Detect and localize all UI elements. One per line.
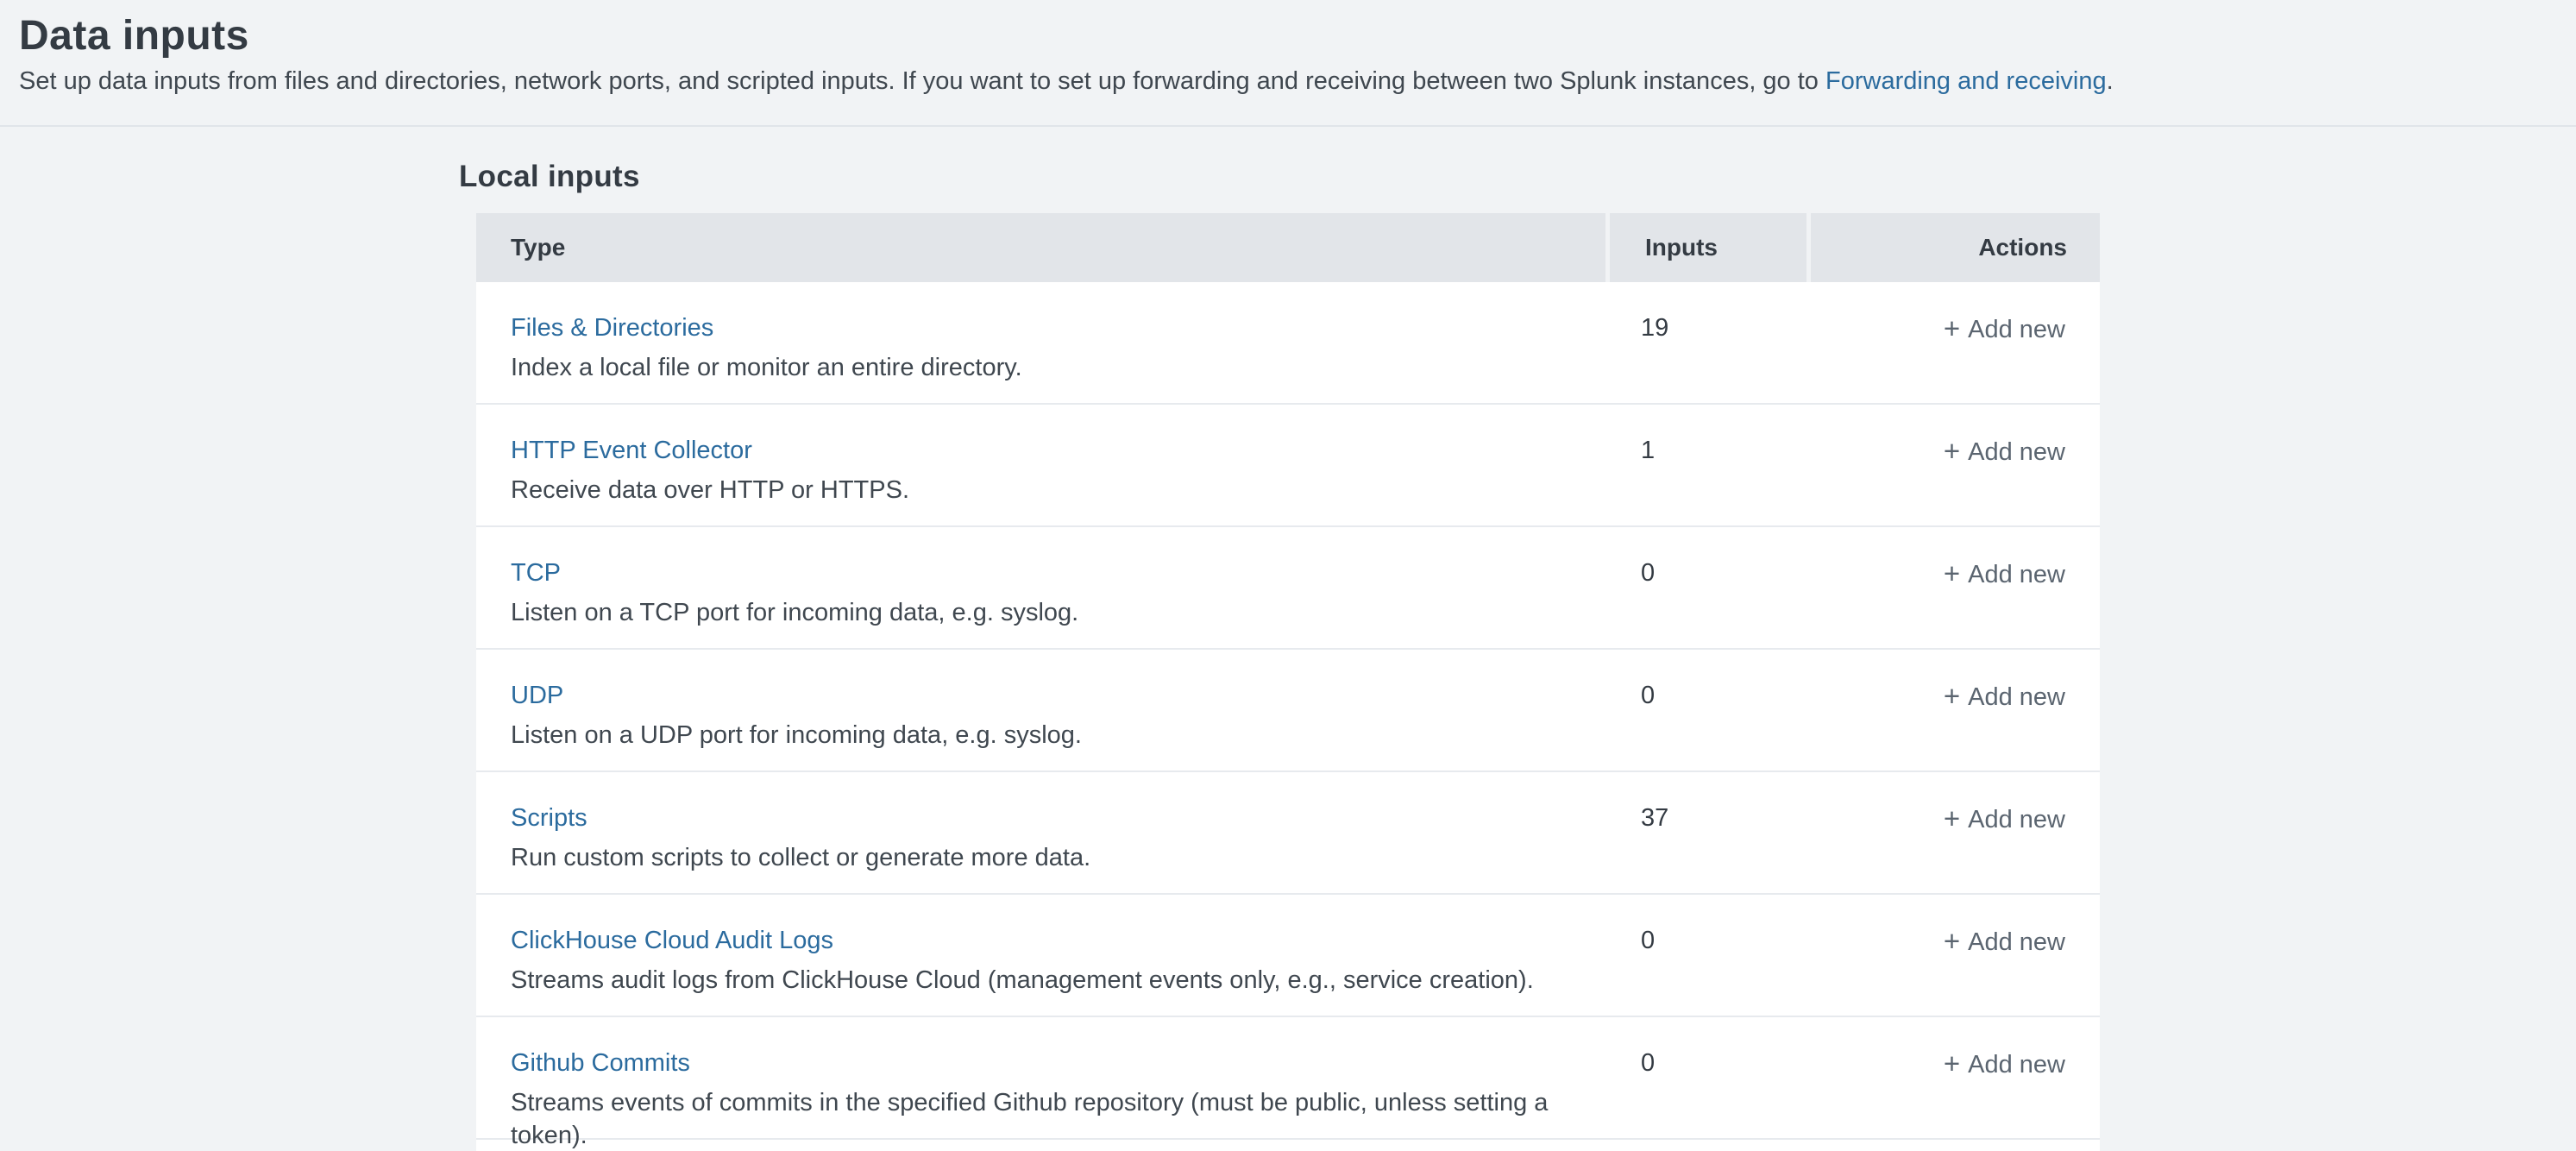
actions-cell: + Add new — [1806, 1017, 2100, 1138]
input-type-description: Streams audit logs from ClickHouse Cloud… — [511, 964, 1605, 997]
page-subtitle-period: . — [2107, 67, 2114, 95]
plus-icon: + — [1944, 925, 1960, 957]
page-subtitle: Set up data inputs from files and direct… — [19, 66, 2576, 97]
section-heading: Local inputs — [459, 160, 2576, 194]
input-type-description: Index a local file or monitor an entire … — [511, 351, 1605, 384]
add-new-link[interactable]: + Add new — [1944, 924, 2065, 959]
table-row: HTTP Event Collector Receive data over H… — [476, 405, 2100, 527]
page-subtitle-text: Set up data inputs from files and direct… — [19, 67, 1825, 95]
input-type-link[interactable]: Scripts — [511, 802, 587, 834]
forwarding-and-receiving-link[interactable]: Forwarding and receiving — [1825, 67, 2107, 95]
inputs-count: 0 — [1641, 927, 1655, 954]
actions-cell: + Add new — [1806, 405, 2100, 525]
page-title: Data inputs — [19, 12, 2576, 60]
input-type-description: Listen on a TCP port for incoming data, … — [511, 596, 1605, 629]
add-new-link[interactable]: + Add new — [1944, 434, 2065, 469]
column-header-actions: Actions — [1811, 213, 2100, 282]
table-header-row: Type Inputs Actions — [476, 213, 2100, 282]
inputs-cell: 0 — [1605, 650, 1806, 770]
plus-icon: + — [1944, 680, 1960, 712]
add-new-label: Add new — [1968, 806, 2065, 833]
add-new-label: Add new — [1968, 928, 2065, 956]
inputs-cell: 0 — [1605, 895, 1806, 1016]
content-area: Local inputs Type Inputs Actions Files &… — [459, 127, 2576, 1151]
input-type-description: Streams events of commits in the specifi… — [511, 1086, 1605, 1151]
local-inputs-table: Type Inputs Actions Files & Directories … — [476, 213, 2100, 1151]
actions-cell: + Add new — [1806, 895, 2100, 1016]
plus-icon: + — [1944, 435, 1960, 467]
actions-cell: + Add new — [1806, 282, 2100, 403]
inputs-count: 1 — [1641, 437, 1655, 464]
plus-icon: + — [1944, 312, 1960, 344]
table-body: Files & Directories Index a local file o… — [476, 282, 2100, 1140]
table-row: TCP Listen on a TCP port for incoming da… — [476, 527, 2100, 650]
input-type-link[interactable]: UDP — [511, 679, 563, 712]
column-header-inputs: Inputs — [1610, 213, 1806, 282]
inputs-cell: 0 — [1605, 1017, 1806, 1138]
inputs-count: 37 — [1641, 804, 1668, 832]
inputs-count: 0 — [1641, 559, 1655, 587]
plus-icon: + — [1944, 557, 1960, 589]
type-cell: UDP Listen on a UDP port for incoming da… — [476, 650, 1605, 770]
input-type-link[interactable]: ClickHouse Cloud Audit Logs — [511, 924, 833, 957]
inputs-count: 19 — [1641, 314, 1668, 342]
type-cell: Scripts Run custom scripts to collect or… — [476, 772, 1605, 893]
type-cell: ClickHouse Cloud Audit Logs Streams audi… — [476, 895, 1605, 1016]
add-new-label: Add new — [1968, 438, 2065, 466]
input-type-description: Run custom scripts to collect or generat… — [511, 841, 1605, 874]
add-new-label: Add new — [1968, 561, 2065, 588]
actions-cell: + Add new — [1806, 527, 2100, 648]
inputs-cell: 0 — [1605, 527, 1806, 648]
add-new-link[interactable]: + Add new — [1944, 679, 2065, 714]
add-new-link[interactable]: + Add new — [1944, 802, 2065, 836]
input-type-link[interactable]: Files & Directories — [511, 311, 713, 344]
input-type-link[interactable]: TCP — [511, 557, 561, 589]
plus-icon: + — [1944, 1047, 1960, 1079]
table-row: ClickHouse Cloud Audit Logs Streams audi… — [476, 895, 2100, 1017]
input-type-link[interactable]: HTTP Event Collector — [511, 434, 752, 467]
column-header-type: Type — [476, 213, 1605, 282]
input-type-description: Receive data over HTTP or HTTPS. — [511, 474, 1605, 506]
page-header: Data inputs Set up data inputs from file… — [0, 0, 2576, 127]
add-new-label: Add new — [1968, 1051, 2065, 1079]
add-new-link[interactable]: + Add new — [1944, 1047, 2065, 1081]
table-row: Github Commits Streams events of commits… — [476, 1017, 2100, 1140]
add-new-label: Add new — [1968, 683, 2065, 711]
actions-cell: + Add new — [1806, 650, 2100, 770]
input-type-description: Listen on a UDP port for incoming data, … — [511, 719, 1605, 752]
type-cell: Github Commits Streams events of commits… — [476, 1017, 1605, 1138]
add-new-link[interactable]: + Add new — [1944, 557, 2065, 591]
type-cell: TCP Listen on a TCP port for incoming da… — [476, 527, 1605, 648]
inputs-cell: 37 — [1605, 772, 1806, 893]
actions-cell: + Add new — [1806, 772, 2100, 893]
inputs-cell: 1 — [1605, 405, 1806, 525]
table-row: UDP Listen on a UDP port for incoming da… — [476, 650, 2100, 772]
plus-icon: + — [1944, 802, 1960, 834]
table-row: Scripts Run custom scripts to collect or… — [476, 772, 2100, 895]
inputs-count: 0 — [1641, 682, 1655, 709]
type-cell: Files & Directories Index a local file o… — [476, 282, 1605, 403]
table-row: Files & Directories Index a local file o… — [476, 282, 2100, 405]
add-new-link[interactable]: + Add new — [1944, 311, 2065, 346]
type-cell: HTTP Event Collector Receive data over H… — [476, 405, 1605, 525]
inputs-cell: 19 — [1605, 282, 1806, 403]
inputs-count: 0 — [1641, 1049, 1655, 1077]
input-type-link[interactable]: Github Commits — [511, 1047, 690, 1079]
add-new-label: Add new — [1968, 316, 2065, 343]
